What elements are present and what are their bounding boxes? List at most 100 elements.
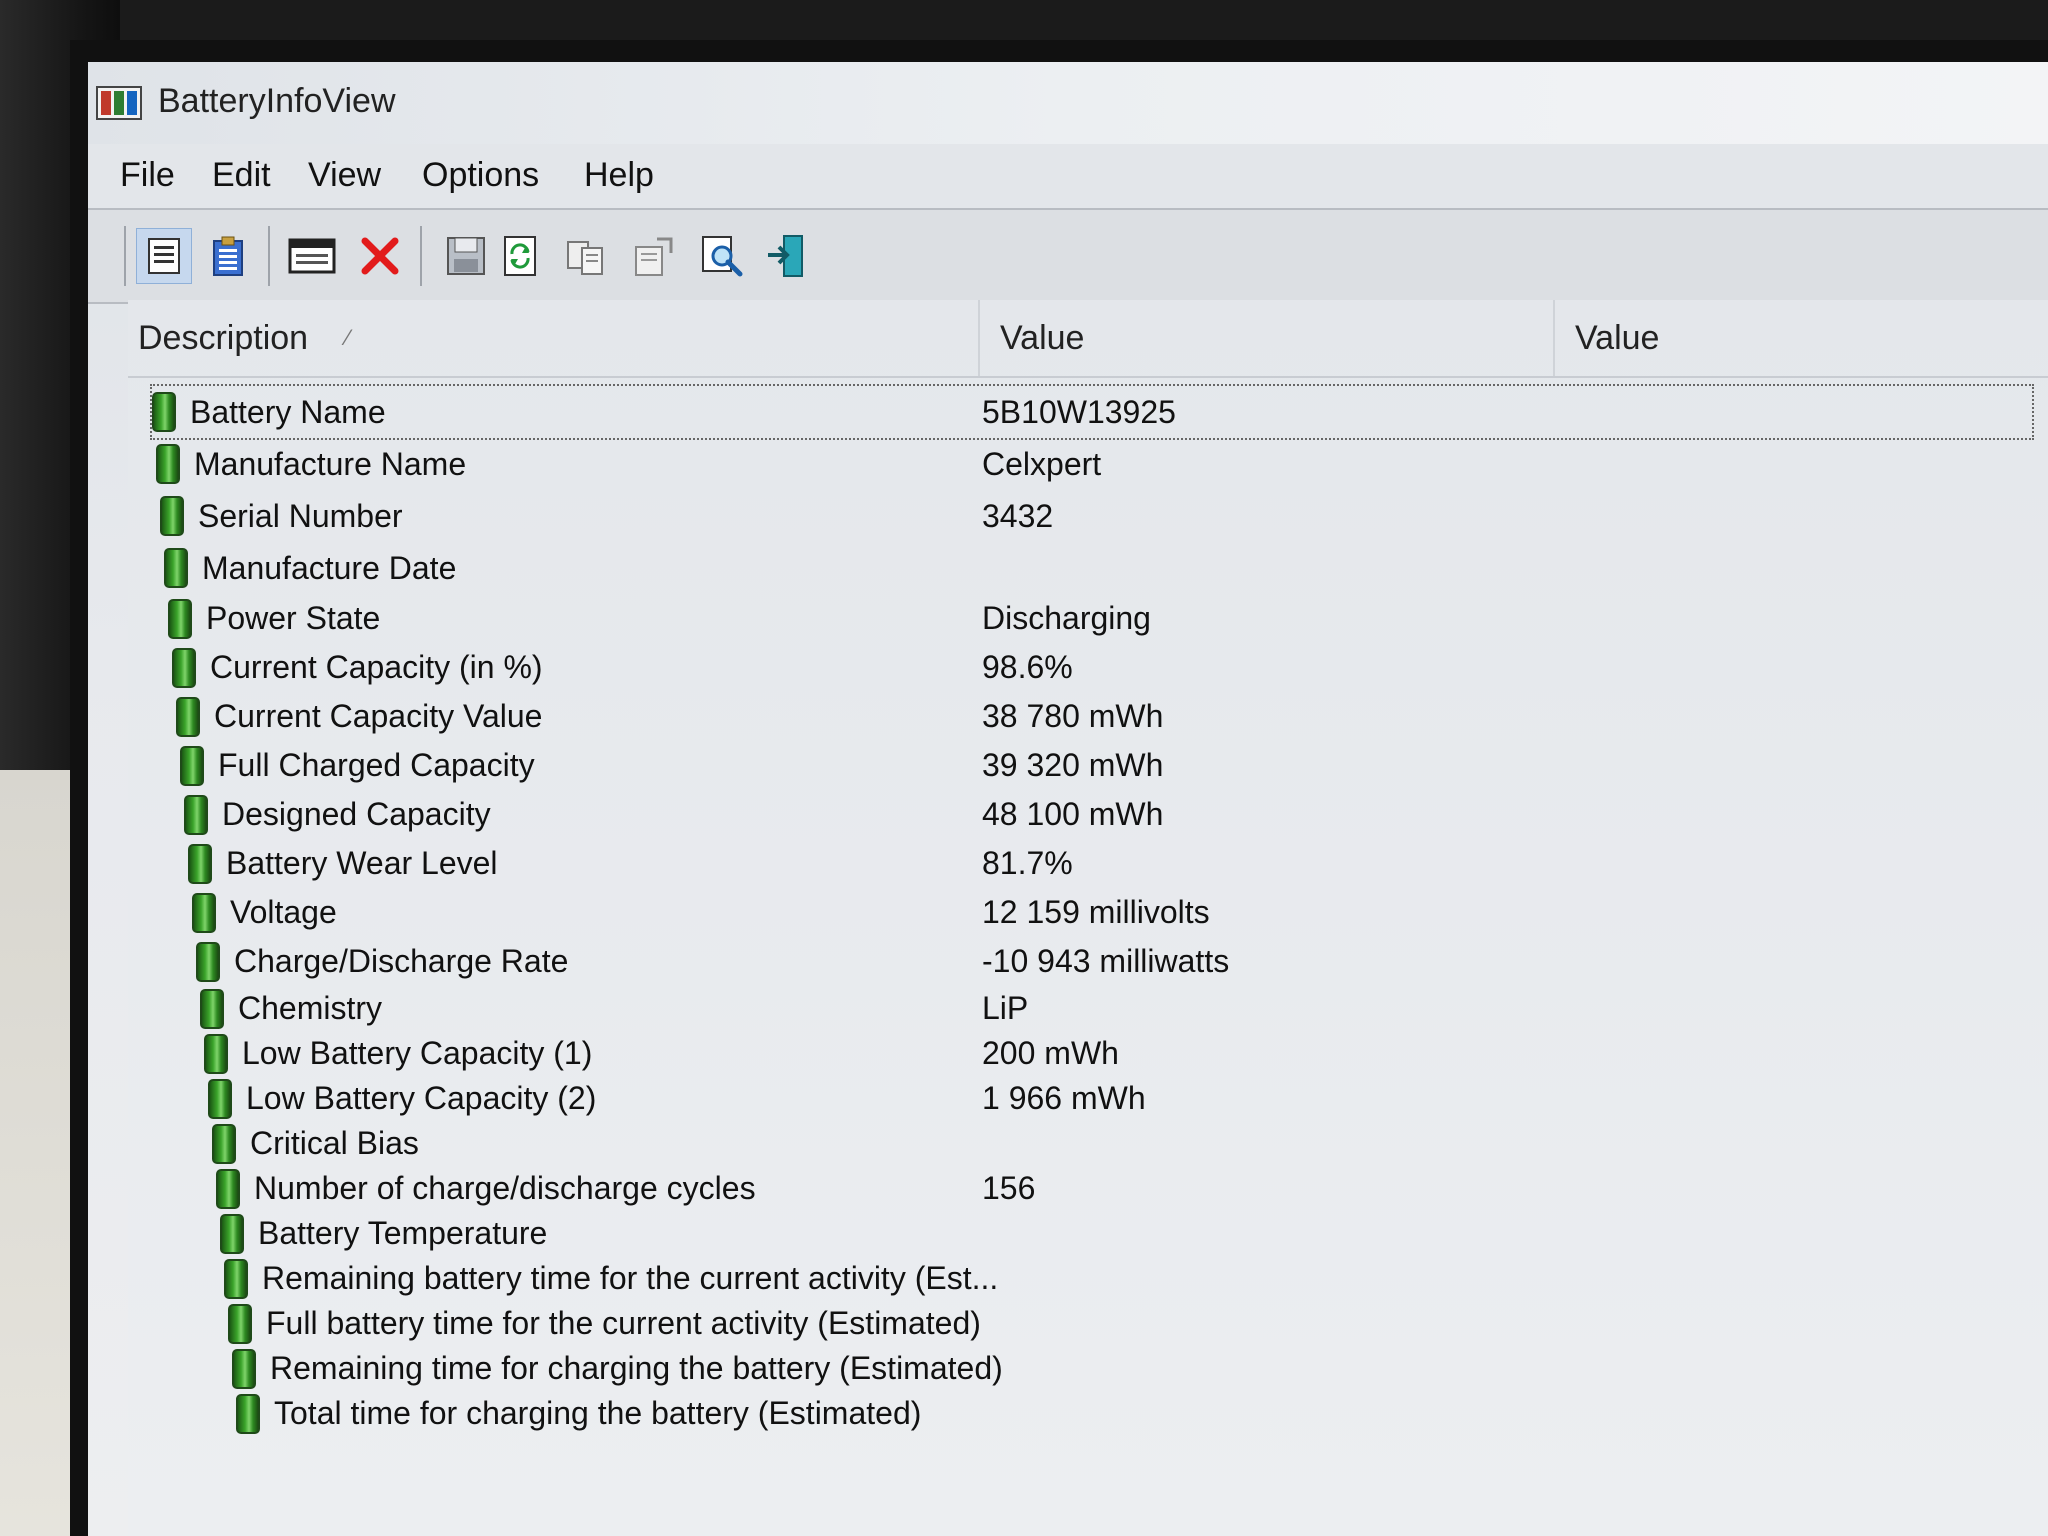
- menu-bar: File Edit View Options Help: [88, 144, 2048, 208]
- row-description: Chemistry: [238, 990, 383, 1026]
- battery-icon: [176, 696, 200, 737]
- battery-icon: [208, 1078, 232, 1119]
- row-value: 5B10W13925: [982, 393, 1176, 430]
- menu-file[interactable]: File: [120, 156, 175, 195]
- row-description: Low Battery Capacity (1): [242, 1035, 593, 1071]
- row-description: Full Charged Capacity: [218, 747, 535, 783]
- row-description: Total time for charging the battery (Est…: [274, 1395, 922, 1431]
- menu-view[interactable]: View: [308, 156, 381, 195]
- row-description: Full battery time for the current activi…: [266, 1305, 981, 1341]
- table-row[interactable]: Battery Name 5B10W13925: [150, 384, 2034, 440]
- row-value: 38 780 mWh: [982, 698, 1164, 734]
- log-view-icon[interactable]: [200, 228, 256, 284]
- menu-options[interactable]: Options: [422, 156, 539, 195]
- row-value: 48 100 mWh: [982, 796, 1164, 832]
- title-bar: BatteryInfoView: [88, 62, 2048, 144]
- row-value: 156: [982, 1170, 1036, 1206]
- table-row[interactable]: Manufacture Date: [164, 542, 2044, 594]
- row-description: Power State: [206, 600, 381, 636]
- table-row[interactable]: Full battery time for the current activi…: [228, 1301, 2048, 1346]
- battery-icon: [168, 598, 192, 639]
- battery-app-icon: [96, 86, 142, 120]
- row-description: Critical Bias: [250, 1125, 419, 1161]
- table-row[interactable]: Total time for charging the battery (Est…: [236, 1391, 2048, 1436]
- menu-help[interactable]: Help: [584, 156, 654, 195]
- battery-icon: [156, 444, 180, 484]
- battery-info-list[interactable]: Description ⁄ Value Value Battery Name 5B…: [128, 300, 2048, 1536]
- table-row[interactable]: Remaining battery time for the current a…: [224, 1256, 2048, 1301]
- table-row[interactable]: Power State Discharging: [168, 594, 2048, 643]
- row-description: Battery Temperature: [258, 1215, 548, 1251]
- battery-icon: [172, 647, 196, 688]
- battery-icon: [200, 988, 224, 1029]
- battery-icon: [228, 1303, 252, 1344]
- toolbar-separator: [268, 226, 270, 286]
- save-icon[interactable]: [438, 228, 494, 284]
- properties-window-icon[interactable]: [284, 228, 340, 284]
- row-description: Manufacture Date: [202, 549, 457, 586]
- table-row[interactable]: Voltage 12 159 millivolts: [192, 888, 2048, 937]
- table-row[interactable]: Full Charged Capacity 39 320 mWh: [180, 741, 2048, 790]
- refresh-icon[interactable]: [492, 228, 548, 284]
- copy-icon[interactable]: [558, 228, 614, 284]
- toolbar: [88, 208, 2048, 304]
- row-description: Designed Capacity: [222, 796, 491, 832]
- app-window: BatteryInfoView File Edit View Options H…: [88, 62, 2048, 1536]
- row-description: Low Battery Capacity (2): [246, 1080, 597, 1116]
- toolbar-separator: [420, 226, 422, 286]
- table-row[interactable]: Low Battery Capacity (2) 1 966 mWh: [208, 1076, 2048, 1121]
- row-value: 81.7%: [982, 845, 1073, 881]
- row-value: 12 159 millivolts: [982, 894, 1210, 930]
- toolbar-separator: [124, 226, 126, 286]
- table-row[interactable]: Designed Capacity 48 100 mWh: [184, 790, 2048, 839]
- row-value: -10 943 milliwatts: [982, 943, 1230, 979]
- battery-icon: [196, 941, 220, 982]
- row-description: Current Capacity Value: [214, 698, 543, 734]
- battery-icon: [188, 843, 212, 884]
- row-value: 98.6%: [982, 649, 1073, 685]
- table-row[interactable]: Serial Number 3432: [160, 490, 2040, 542]
- find-icon[interactable]: [694, 228, 750, 284]
- column-header-description-label: Description: [138, 319, 309, 357]
- table-row[interactable]: Number of charge/discharge cycles 156: [216, 1166, 2048, 1211]
- battery-icon: [184, 794, 208, 835]
- table-row[interactable]: Battery Temperature: [220, 1211, 2048, 1256]
- menu-edit[interactable]: Edit: [212, 156, 271, 195]
- battery-icon: [224, 1258, 248, 1299]
- table-row[interactable]: Critical Bias: [212, 1121, 2048, 1166]
- row-description: Remaining battery time for the current a…: [262, 1260, 999, 1296]
- table-row[interactable]: Current Capacity (in %) 98.6%: [172, 643, 2048, 692]
- column-header-value-2[interactable]: Value: [1553, 300, 2048, 376]
- row-description: Serial Number: [198, 497, 403, 534]
- battery-icon: [212, 1123, 236, 1164]
- battery-icon: [236, 1393, 260, 1434]
- battery-icon: [204, 1033, 228, 1074]
- battery-icon: [216, 1168, 240, 1209]
- row-value: 1 966 mWh: [982, 1080, 1146, 1116]
- table-row[interactable]: Current Capacity Value 38 780 mWh: [176, 692, 2048, 741]
- sort-indicator-icon: ⁄: [346, 325, 350, 350]
- row-description: Remaining time for charging the battery …: [270, 1350, 1003, 1386]
- table-row[interactable]: Low Battery Capacity (1) 200 mWh: [204, 1031, 2048, 1076]
- table-row[interactable]: Charge/Discharge Rate -10 943 milliwatts: [196, 937, 2048, 986]
- row-description: Voltage: [230, 894, 337, 930]
- row-value: 3432: [982, 497, 1054, 534]
- properties-icon[interactable]: [626, 228, 682, 284]
- column-header-value[interactable]: Value: [978, 300, 1553, 376]
- table-row[interactable]: Battery Wear Level 81.7%: [188, 839, 2048, 888]
- column-header-description[interactable]: Description ⁄: [128, 300, 978, 376]
- battery-icon: [152, 392, 176, 432]
- table-row[interactable]: Manufacture Name Celxpert: [156, 438, 2036, 490]
- row-description: Battery Wear Level: [226, 845, 498, 881]
- exit-icon[interactable]: [758, 228, 814, 284]
- battery-icon: [192, 892, 216, 933]
- table-row[interactable]: Remaining time for charging the battery …: [232, 1346, 2048, 1391]
- row-value: Celxpert: [982, 445, 1102, 482]
- row-value: 39 320 mWh: [982, 747, 1164, 783]
- battery-icon: [220, 1213, 244, 1254]
- list-header: Description ⁄ Value Value: [128, 300, 2048, 378]
- html-report-icon[interactable]: [136, 228, 192, 284]
- row-description: Battery Name: [190, 393, 386, 430]
- delete-icon[interactable]: [352, 228, 408, 284]
- table-row[interactable]: Chemistry LiP: [200, 986, 2048, 1031]
